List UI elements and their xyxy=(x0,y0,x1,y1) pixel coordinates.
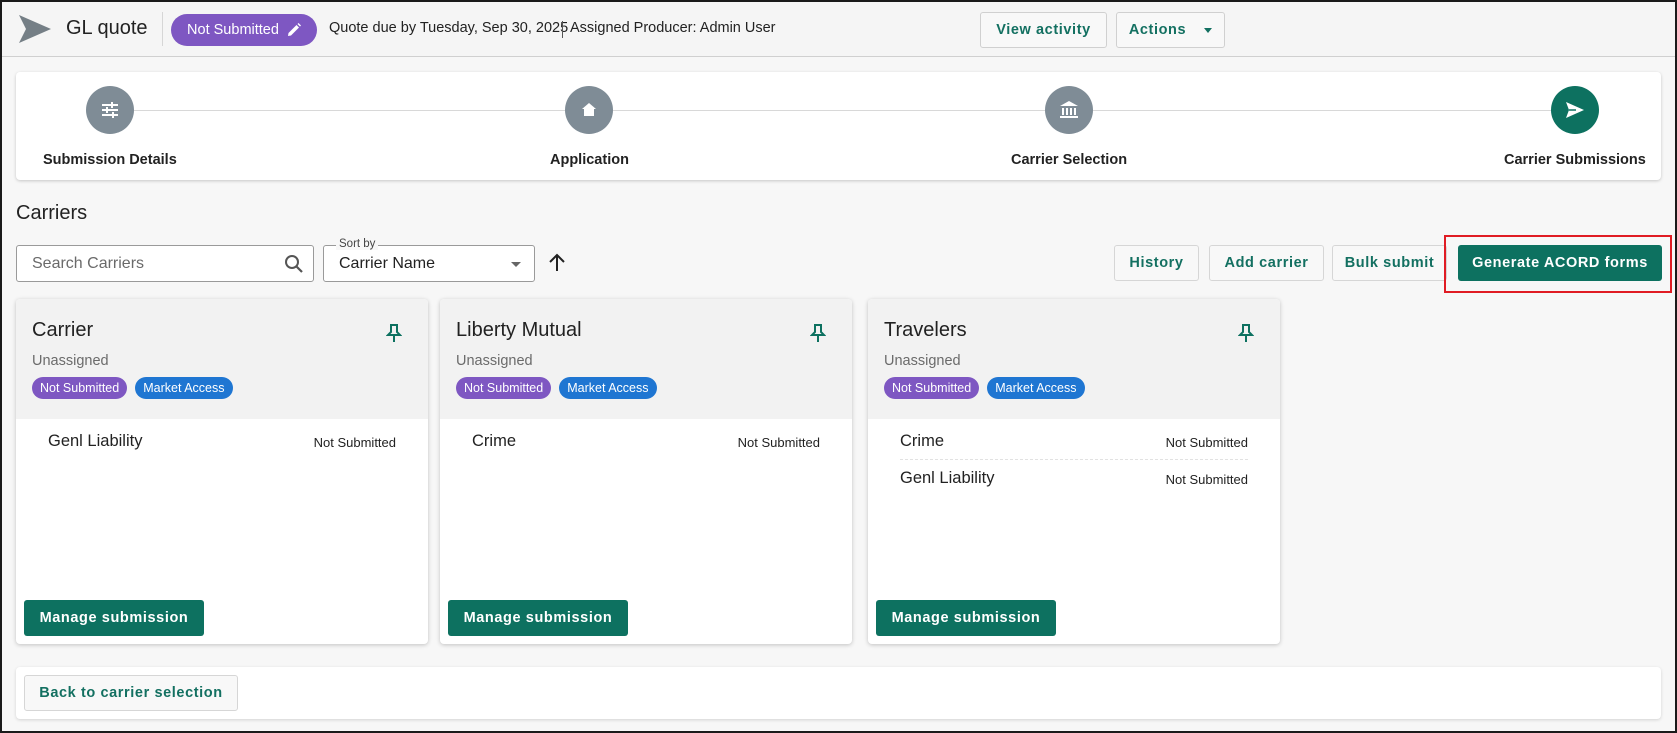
lines-list: Crime Not Submitted Genl Liability Not S… xyxy=(900,423,1248,497)
sort-select[interactable]: Sort by Carrier Name xyxy=(323,238,535,282)
back-to-carrier-selection-button[interactable]: Back to carrier selection xyxy=(24,675,238,711)
arrow-up-icon[interactable] xyxy=(546,252,568,274)
line-status: Not Submitted xyxy=(313,435,396,450)
list-item: Genl Liability Not Submitted xyxy=(900,460,1248,497)
manage-submission-button[interactable]: Manage submission xyxy=(876,600,1056,636)
search-input[interactable] xyxy=(17,246,313,281)
market-badge: Market Access xyxy=(559,377,657,399)
sort-label: Sort by xyxy=(336,238,379,250)
card-header: Carrier Unassigned Not Submitted Market … xyxy=(16,299,428,419)
step-circle xyxy=(1045,86,1094,134)
list-item: Genl Liability Not Submitted xyxy=(48,423,396,460)
step-circle xyxy=(565,86,614,134)
list-item: Crime Not Submitted xyxy=(900,423,1248,460)
line-status: Not Submitted xyxy=(1165,472,1248,487)
actions-button[interactable]: Actions xyxy=(1116,12,1225,48)
actions-label: Actions xyxy=(1128,22,1187,38)
assigned-producer-text: Assigned Producer: Admin User xyxy=(562,20,776,38)
market-badge: Market Access xyxy=(135,377,233,399)
home-icon xyxy=(582,103,597,116)
step-label: Application xyxy=(550,152,629,168)
send-logo-icon[interactable] xyxy=(18,14,52,44)
pencil-icon xyxy=(287,23,301,36)
step-application[interactable]: Application xyxy=(550,86,629,168)
history-label: History xyxy=(1129,255,1184,271)
step-circle xyxy=(85,86,134,134)
market-badge: Market Access xyxy=(987,377,1085,399)
status-button[interactable]: Not Submitted xyxy=(171,14,317,46)
chevron-down-icon xyxy=(1204,27,1213,33)
badges: Not Submitted Market Access xyxy=(884,377,1085,399)
step-carrier-selection[interactable]: Carrier Selection xyxy=(1011,86,1127,168)
line-name: Genl Liability xyxy=(900,469,995,487)
carrier-name: Travelers xyxy=(884,319,967,341)
carriers-heading: Carriers xyxy=(16,202,88,224)
assignment-text: Unassigned xyxy=(456,353,533,369)
step-submission-details[interactable]: Submission Details xyxy=(43,86,177,168)
lines-list: Genl Liability Not Submitted xyxy=(48,423,396,460)
carrier-name: Carrier xyxy=(32,319,94,341)
generate-acord-label: Generate ACORD forms xyxy=(1472,255,1648,271)
status-badge: Not Submitted xyxy=(32,377,128,399)
card-header: Liberty Mutual Unassigned Not Submitted … xyxy=(440,299,852,419)
bulk-submit-button[interactable]: Bulk submit xyxy=(1332,245,1447,281)
badges: Not Submitted Market Access xyxy=(32,377,233,399)
line-name: Genl Liability xyxy=(48,432,143,450)
footer-bar: Back to carrier selection xyxy=(16,667,1661,719)
assignment-text: Unassigned xyxy=(884,353,961,369)
stepper-line xyxy=(106,110,1566,111)
chevron-down-icon xyxy=(511,262,521,267)
due-date-text: Quote due by Tuesday, Sep 30, 2025 xyxy=(329,20,569,36)
manage-submission-label: Manage submission xyxy=(463,610,613,626)
status-badge: Not Submitted xyxy=(884,377,980,399)
step-label: Submission Details xyxy=(43,152,177,168)
add-carrier-label: Add carrier xyxy=(1224,255,1309,271)
pin-icon[interactable] xyxy=(810,323,826,343)
manage-submission-button[interactable]: Manage submission xyxy=(24,600,204,636)
history-button[interactable]: History xyxy=(1114,245,1199,281)
status-label: Not Submitted xyxy=(187,22,279,38)
view-activity-button[interactable]: View activity xyxy=(980,12,1107,48)
bank-icon xyxy=(1060,101,1079,118)
line-name: Crime xyxy=(472,432,516,450)
carrier-name: Liberty Mutual xyxy=(456,319,582,341)
badges: Not Submitted Market Access xyxy=(456,377,657,399)
add-carrier-button[interactable]: Add carrier xyxy=(1209,245,1324,281)
search-icon[interactable] xyxy=(284,254,304,274)
pin-icon[interactable] xyxy=(1238,323,1254,343)
step-circle-active xyxy=(1550,86,1599,134)
card-header: Travelers Unassigned Not Submitted Marke… xyxy=(868,299,1280,419)
line-name: Crime xyxy=(900,432,944,450)
carrier-card: Liberty Mutual Unassigned Not Submitted … xyxy=(440,299,852,644)
lines-list: Crime Not Submitted xyxy=(472,423,820,460)
page-title: GL quote xyxy=(66,17,148,39)
sliders-icon xyxy=(101,102,118,118)
step-label: Carrier Submissions xyxy=(1504,152,1646,168)
generate-acord-forms-button[interactable]: Generate ACORD forms xyxy=(1458,245,1662,281)
carrier-card: Carrier Unassigned Not Submitted Market … xyxy=(16,299,428,644)
assignment-text: Unassigned xyxy=(32,353,109,369)
bulk-submit-label: Bulk submit xyxy=(1344,255,1435,271)
status-badge: Not Submitted xyxy=(456,377,552,399)
send-icon xyxy=(1565,102,1584,118)
sort-value: Carrier Name xyxy=(339,255,436,272)
manage-submission-label: Manage submission xyxy=(39,610,189,626)
step-label: Carrier Selection xyxy=(1011,152,1128,168)
back-label: Back to carrier selection xyxy=(39,685,223,701)
line-status: Not Submitted xyxy=(737,435,820,450)
pin-icon[interactable] xyxy=(386,323,402,343)
carrier-card: Travelers Unassigned Not Submitted Marke… xyxy=(868,299,1280,644)
view-activity-label: View activity xyxy=(996,22,1091,38)
line-status: Not Submitted xyxy=(1165,435,1248,450)
search-field[interactable] xyxy=(16,245,314,282)
list-item: Crime Not Submitted xyxy=(472,423,820,460)
progress-stepper: Submission Details Application Carrier S… xyxy=(16,72,1661,180)
manage-submission-button[interactable]: Manage submission xyxy=(448,600,628,636)
step-carrier-submissions[interactable]: Carrier Submissions xyxy=(1504,86,1646,168)
top-bar: GL quote Not Submitted Quote due by Tues… xyxy=(2,2,1675,57)
divider xyxy=(162,12,163,46)
manage-submission-label: Manage submission xyxy=(891,610,1041,626)
